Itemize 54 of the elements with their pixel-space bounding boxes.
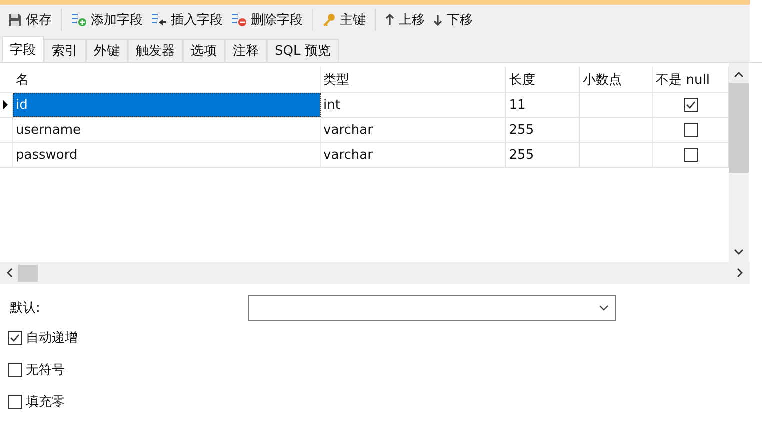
- tab[interactable]: 外键: [86, 39, 128, 62]
- table-cell[interactable]: 255: [506, 118, 580, 142]
- table-cell[interactable]: varchar: [320, 118, 506, 142]
- scroll-thumb[interactable]: [18, 264, 38, 282]
- default-dropdown[interactable]: [248, 295, 616, 321]
- column-header[interactable]: 小数点: [580, 67, 654, 92]
- default-label: 默认:: [9, 300, 42, 317]
- delete-field-icon: [231, 13, 247, 27]
- key-icon: [322, 13, 336, 27]
- column-header[interactable]: 长度: [506, 67, 580, 92]
- chevron-down-icon[interactable]: [599, 305, 609, 311]
- save-icon: [8, 13, 22, 27]
- table-cell[interactable]: 11: [506, 93, 580, 117]
- toolbar-button[interactable]: 保存: [4, 9, 56, 31]
- table-cell[interactable]: varchar: [320, 143, 506, 167]
- checkbox[interactable]: [684, 98, 698, 112]
- table-cell[interactable]: id: [12, 93, 321, 117]
- checkbox[interactable]: [8, 363, 22, 377]
- scroll-up-icon[interactable]: [734, 71, 744, 79]
- tab[interactable]: 字段: [2, 36, 44, 62]
- toolbar-button[interactable]: 删除字段: [227, 9, 307, 31]
- scroll-left-icon[interactable]: [6, 268, 14, 278]
- checkbox[interactable]: [684, 123, 698, 137]
- table-cell[interactable]: int: [320, 93, 506, 117]
- toolbar-button[interactable]: 主键: [318, 9, 370, 31]
- insert-field-icon: [151, 13, 167, 27]
- checkbox-label[interactable]: 自动递增: [26, 329, 78, 347]
- checkbox[interactable]: [8, 395, 22, 409]
- arrow-up-icon: [385, 14, 395, 26]
- add-field-icon: [71, 13, 87, 27]
- tab[interactable]: 触发器: [128, 39, 183, 62]
- checkbox[interactable]: [8, 331, 22, 345]
- toolbar-button[interactable]: 插入字段: [147, 9, 227, 31]
- table-cell[interactable]: password: [12, 143, 321, 167]
- tab[interactable]: 索引: [44, 39, 86, 62]
- checkbox-label[interactable]: 无符号: [26, 361, 65, 379]
- toolbar-button[interactable]: 下移: [429, 9, 477, 31]
- column-header[interactable]: 名: [12, 67, 321, 92]
- tab[interactable]: 选项: [183, 39, 225, 62]
- scroll-thumb[interactable]: [729, 83, 749, 173]
- tab[interactable]: SQL 预览: [267, 39, 339, 62]
- scroll-right-icon[interactable]: [736, 268, 744, 278]
- toolbar-button[interactable]: 添加字段: [67, 9, 147, 31]
- horizontal-scrollbar[interactable]: [0, 262, 750, 284]
- table-cell[interactable]: username: [12, 118, 321, 142]
- table-cell[interactable]: 255: [506, 143, 580, 167]
- tab[interactable]: 注释: [225, 39, 267, 62]
- arrow-down-icon: [433, 14, 443, 26]
- vertical-scrollbar[interactable]: [729, 63, 749, 262]
- column-header[interactable]: 类型: [320, 67, 506, 92]
- checkbox-label[interactable]: 填充零: [26, 393, 65, 411]
- toolbar-button[interactable]: 上移: [381, 9, 429, 31]
- checkbox[interactable]: [684, 148, 698, 162]
- scroll-down-icon[interactable]: [734, 248, 744, 256]
